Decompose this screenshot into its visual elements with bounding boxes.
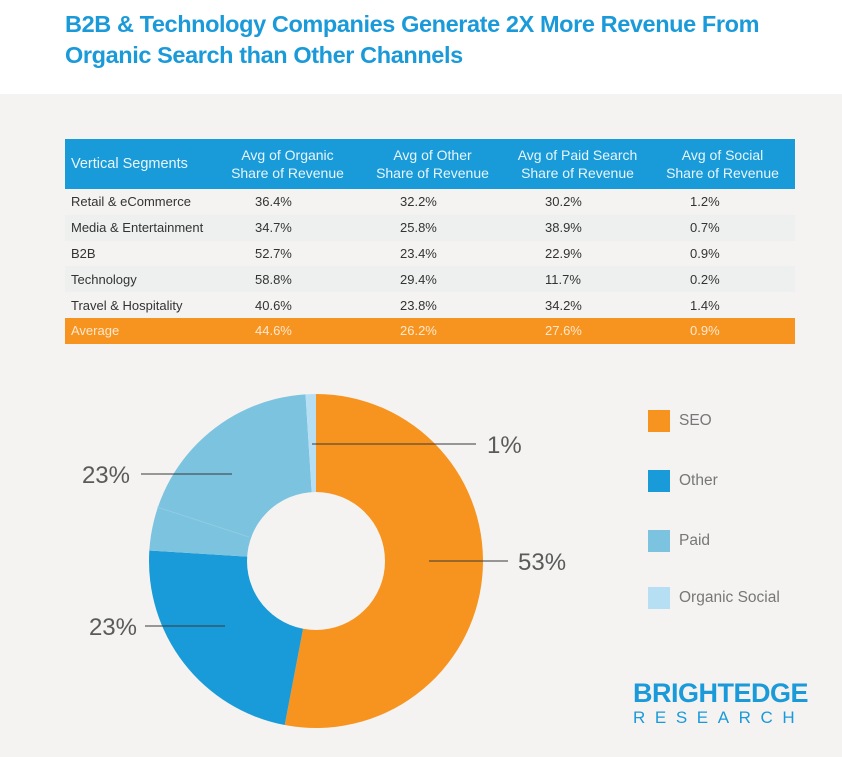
legend-swatch: [648, 530, 670, 552]
page-title: B2B & Technology Companies Generate 2X M…: [65, 11, 760, 68]
legend-item-paid: Paid: [648, 530, 828, 554]
column-header-1: Avg of Organic Share of Revenue: [215, 139, 360, 189]
donut-hole: [247, 492, 385, 630]
legend-item-organic-social: Organic Social: [648, 587, 828, 611]
segment-name: Travel & Hospitality: [65, 292, 215, 318]
data-label-seo: 53%: [518, 549, 566, 576]
share-value: 25.8%: [360, 214, 505, 241]
brand-subtitle: RESEARCH: [633, 708, 805, 727]
donut-chart: 53% 23% 23% 1%: [82, 394, 566, 728]
share-value: 0.9%: [650, 317, 795, 344]
average-row: Average 44.6% 26.2% 27.6% 0.9%: [65, 317, 795, 344]
data-label-paid: 23%: [82, 462, 130, 489]
table-row: Travel & Hospitality 40.6% 23.8% 34.2% 1.4%: [65, 292, 795, 318]
revenue-share-table: Vertical Segments Avg of Organic Share of …: [65, 139, 795, 344]
data-label-other: 23%: [89, 614, 137, 641]
share-value: 32.2%: [360, 189, 505, 215]
share-value: 38.9%: [505, 214, 650, 241]
share-value: 36.4%: [215, 189, 360, 215]
share-value: 1.2%: [650, 189, 795, 215]
column-header-line: Avg of Paid Search: [517, 147, 638, 163]
table-row: Media & Entertainment 34.7% 25.8% 38.9% 0.7%: [65, 214, 795, 241]
share-value: 11.7%: [505, 266, 650, 293]
legend-label: SEO: [679, 412, 712, 429]
share-value: 58.8%: [215, 266, 360, 293]
share-value: 23.4%: [360, 240, 505, 267]
column-header-line: Vertical Segments: [71, 156, 188, 172]
table-row: Retail & eCommerce 36.4% 32.2% 30.2% 1.2%: [65, 189, 795, 215]
column-header-2: Avg of Other Share of Revenue: [360, 139, 505, 189]
column-header-0: Vertical Segments: [65, 139, 215, 189]
share-value: 44.6%: [215, 317, 360, 344]
segment-name: Retail & eCommerce: [65, 189, 215, 215]
share-value: 22.9%: [505, 240, 650, 267]
share-value: 26.2%: [360, 317, 505, 344]
share-value: 29.4%: [360, 266, 505, 293]
legend-swatch: [648, 410, 670, 432]
segment-name: B2B: [65, 240, 215, 267]
share-value: 40.6%: [215, 292, 360, 318]
share-value: 0.7%: [650, 214, 795, 241]
legend-label: Paid: [679, 532, 711, 549]
table-header-row: Vertical Segments Avg of Organic Share of …: [65, 139, 795, 189]
column-header-4: Avg of Social Share of Revenue: [650, 139, 795, 189]
share-value: 30.2%: [505, 189, 650, 215]
column-header-line: Avg of Organic: [241, 147, 334, 163]
share-value: 27.6%: [505, 317, 650, 344]
share-value: 0.2%: [650, 266, 795, 293]
legend-label: Organic Social: [679, 589, 780, 606]
share-value: 34.2%: [505, 292, 650, 318]
legend-label: Other: [679, 472, 718, 489]
column-header-3: Avg of Paid Search Share of Revenue: [505, 139, 650, 189]
table-row: Technology 58.8% 29.4% 11.7% 0.2%: [65, 266, 795, 293]
column-header-line: Share of Revenue: [376, 165, 489, 181]
column-header-line: Avg of Social: [681, 147, 764, 163]
share-value: 23.8%: [360, 292, 505, 318]
column-header-line: Share of Revenue: [231, 165, 344, 181]
share-value: 1.4%: [650, 292, 795, 318]
legend-item-other: Other: [648, 470, 828, 494]
share-value: 0.9%: [650, 240, 795, 267]
column-header-line: Share of Revenue: [666, 165, 779, 181]
segment-name: Technology: [65, 266, 215, 293]
legend-swatch: [648, 470, 670, 492]
data-label-organic-social: 1%: [487, 432, 522, 459]
brightedge-logo: BRIGHTEDGE RESEARCH: [633, 678, 809, 729]
header: B2B & Technology Companies Generate 2X M…: [0, 0, 842, 94]
legend-swatch: [648, 587, 670, 609]
brand-name: BRIGHTEDGE: [633, 678, 809, 708]
segment-name: Average: [65, 317, 215, 344]
share-value: 34.7%: [215, 214, 360, 241]
share-value: 52.7%: [215, 240, 360, 267]
column-header-line: Share of Revenue: [521, 165, 634, 181]
segment-name: Media & Entertainment: [65, 214, 215, 241]
legend-item-seo: SEO: [648, 410, 828, 434]
column-header-line: Avg of Other: [393, 147, 472, 163]
table-row: B2B 52.7% 23.4% 22.9% 0.9%: [65, 240, 795, 267]
